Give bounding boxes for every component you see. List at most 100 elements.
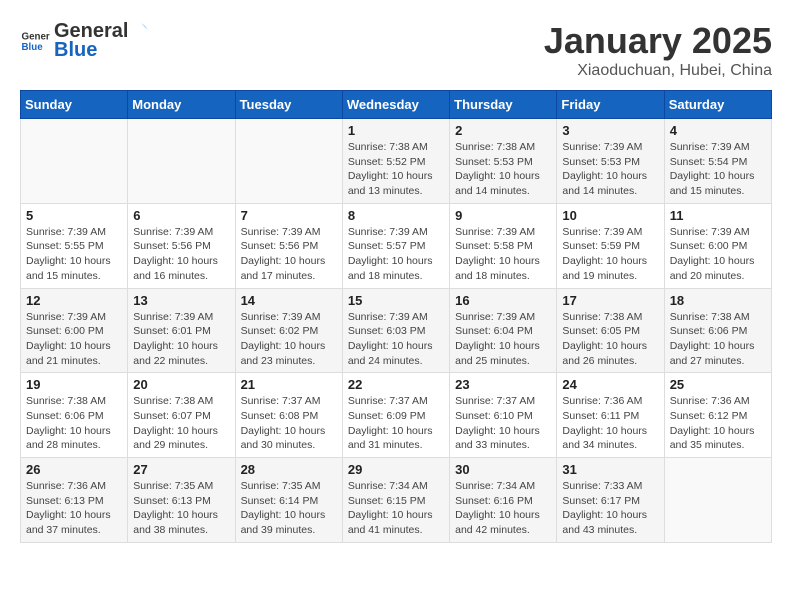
calendar-cell: 25 Sunrise: 7:36 AMSunset: 6:12 PMDayligh… <box>664 373 771 458</box>
calendar-cell: 9Sunrise: 7:39 AMSunset: 5:58 PMDaylight… <box>450 203 557 288</box>
calendar-cell: 2 Sunrise: 7:38 AMSunset: 5:53 PMDaylight… <box>450 119 557 204</box>
weekday-header-thursday: Thursday <box>450 91 557 119</box>
calendar-cell: 16 Sunrise: 7:39 AMSunset: 6:04 PMDayligh… <box>450 288 557 373</box>
day-number: 10 <box>562 208 658 223</box>
day-number: 14 <box>241 293 337 308</box>
day-number: 15 <box>348 293 444 308</box>
day-number: 6 <box>133 208 229 223</box>
day-info: Sunrise: 7:34 AMSunset: 6:16 PMDaylight:… <box>455 479 551 538</box>
day-number: 24 <box>562 377 658 392</box>
day-info: Sunrise: 7:36 AMSunset: 6:13 PMDaylight:… <box>26 479 122 538</box>
day-number: 16 <box>455 293 551 308</box>
day-info: Sunrise: 7:39 AMSunset: 6:04 PMDaylight:… <box>455 310 551 369</box>
calendar-cell: 24Sunrise: 7:36 AMSunset: 6:11 PMDayligh… <box>557 373 664 458</box>
calendar-cell: 18 Sunrise: 7:38 AMSunset: 6:06 PMDayligh… <box>664 288 771 373</box>
calendar-cell: 7 Sunrise: 7:39 AMSunset: 5:56 PMDaylight… <box>235 203 342 288</box>
calendar-cell <box>664 458 771 543</box>
day-number: 27 <box>133 462 229 477</box>
day-number: 3 <box>562 123 658 138</box>
day-info: Sunrise: 7:35 AMSunset: 6:13 PMDaylight:… <box>133 479 229 538</box>
calendar-cell: 5 Sunrise: 7:39 AMSunset: 5:55 PMDaylight… <box>21 203 128 288</box>
calendar-week-row: 5 Sunrise: 7:39 AMSunset: 5:55 PMDaylight… <box>21 203 772 288</box>
day-info: Sunrise: 7:38 AMSunset: 6:07 PMDaylight:… <box>133 394 229 453</box>
day-info: Sunrise: 7:39 AMSunset: 6:03 PMDaylight:… <box>348 310 444 369</box>
calendar-cell <box>235 119 342 204</box>
day-number: 31 <box>562 462 658 477</box>
calendar-cell <box>128 119 235 204</box>
calendar-title: January 2025 <box>544 20 772 62</box>
weekday-header-monday: Monday <box>128 91 235 119</box>
day-number: 23 <box>455 377 551 392</box>
svg-text:General: General <box>22 32 51 43</box>
weekday-header-friday: Friday <box>557 91 664 119</box>
calendar-cell: 19Sunrise: 7:38 AMSunset: 6:06 PMDayligh… <box>21 373 128 458</box>
day-info: Sunrise: 7:39 AMSunset: 6:01 PMDaylight:… <box>133 310 229 369</box>
day-info: Sunrise: 7:34 AMSunset: 6:15 PMDaylight:… <box>348 479 444 538</box>
calendar-cell: 26 Sunrise: 7:36 AMSunset: 6:13 PMDayligh… <box>21 458 128 543</box>
calendar-cell: 28 Sunrise: 7:35 AMSunset: 6:14 PMDayligh… <box>235 458 342 543</box>
day-info: Sunrise: 7:37 AMSunset: 6:10 PMDaylight:… <box>455 394 551 453</box>
day-info: Sunrise: 7:39 AMSunset: 5:56 PMDaylight:… <box>241 225 337 284</box>
calendar-cell: 14Sunrise: 7:39 AMSunset: 6:02 PMDayligh… <box>235 288 342 373</box>
svg-text:Blue: Blue <box>22 42 44 53</box>
page-header: General Blue General Blue January 2025 X… <box>20 20 772 80</box>
calendar-cell: 13 Sunrise: 7:39 AMSunset: 6:01 PMDayligh… <box>128 288 235 373</box>
calendar-cell: 6 Sunrise: 7:39 AMSunset: 5:56 PMDaylight… <box>128 203 235 288</box>
calendar-cell: 27 Sunrise: 7:35 AMSunset: 6:13 PMDayligh… <box>128 458 235 543</box>
calendar-cell: 1Sunrise: 7:38 AMSunset: 5:52 PMDaylight… <box>342 119 449 204</box>
day-number: 30 <box>455 462 551 477</box>
weekday-header-saturday: Saturday <box>664 91 771 119</box>
day-info: Sunrise: 7:33 AMSunset: 6:17 PMDaylight:… <box>562 479 658 538</box>
day-info: Sunrise: 7:38 AMSunset: 6:06 PMDaylight:… <box>670 310 766 369</box>
day-number: 29 <box>348 462 444 477</box>
calendar-cell: 15 Sunrise: 7:39 AMSunset: 6:03 PMDayligh… <box>342 288 449 373</box>
calendar-cell: 20 Sunrise: 7:38 AMSunset: 6:07 PMDayligh… <box>128 373 235 458</box>
calendar-cell <box>21 119 128 204</box>
calendar-cell: 29 Sunrise: 7:34 AMSunset: 6:15 PMDayligh… <box>342 458 449 543</box>
day-number: 21 <box>241 377 337 392</box>
logo-icon: General Blue <box>20 26 50 56</box>
calendar-cell: 21Sunrise: 7:37 AMSunset: 6:08 PMDayligh… <box>235 373 342 458</box>
day-number: 13 <box>133 293 229 308</box>
title-block: January 2025 Xiaoduchuan, Hubei, China <box>544 20 772 80</box>
day-info: Sunrise: 7:38 AMSunset: 5:53 PMDaylight:… <box>455 140 551 199</box>
calendar-cell: 10 Sunrise: 7:39 AMSunset: 5:59 PMDayligh… <box>557 203 664 288</box>
calendar-table: SundayMondayTuesdayWednesdayThursdayFrid… <box>20 90 772 543</box>
day-info: Sunrise: 7:39 AMSunset: 5:57 PMDaylight:… <box>348 225 444 284</box>
day-number: 2 <box>455 123 551 138</box>
day-info: Sunrise: 7:39 AMSunset: 5:54 PMDaylight:… <box>670 140 766 199</box>
day-info: Sunrise: 7:39 AMSunset: 5:59 PMDaylight:… <box>562 225 658 284</box>
calendar-cell: 12 Sunrise: 7:39 AMSunset: 6:00 PMDayligh… <box>21 288 128 373</box>
calendar-subtitle: Xiaoduchuan, Hubei, China <box>544 62 772 80</box>
calendar-cell: 30 Sunrise: 7:34 AMSunset: 6:16 PMDayligh… <box>450 458 557 543</box>
logo: General Blue General Blue <box>20 20 148 62</box>
day-info: Sunrise: 7:39 AMSunset: 6:00 PMDaylight:… <box>26 310 122 369</box>
day-info: Sunrise: 7:39 AMSunset: 5:58 PMDaylight:… <box>455 225 551 284</box>
day-number: 5 <box>26 208 122 223</box>
day-number: 4 <box>670 123 766 138</box>
calendar-cell: 4 Sunrise: 7:39 AMSunset: 5:54 PMDaylight… <box>664 119 771 204</box>
day-info: Sunrise: 7:37 AMSunset: 6:09 PMDaylight:… <box>348 394 444 453</box>
weekday-header-row: SundayMondayTuesdayWednesdayThursdayFrid… <box>21 91 772 119</box>
day-info: Sunrise: 7:38 AMSunset: 6:05 PMDaylight:… <box>562 310 658 369</box>
calendar-cell: 8Sunrise: 7:39 AMSunset: 5:57 PMDaylight… <box>342 203 449 288</box>
calendar-cell: 23 Sunrise: 7:37 AMSunset: 6:10 PMDayligh… <box>450 373 557 458</box>
day-info: Sunrise: 7:39 AMSunset: 5:56 PMDaylight:… <box>133 225 229 284</box>
day-info: Sunrise: 7:39 AMSunset: 5:53 PMDaylight:… <box>562 140 658 199</box>
day-info: Sunrise: 7:35 AMSunset: 6:14 PMDaylight:… <box>241 479 337 538</box>
day-info: Sunrise: 7:36 AMSunset: 6:12 PMDaylight:… <box>670 394 766 453</box>
weekday-header-wednesday: Wednesday <box>342 91 449 119</box>
day-number: 20 <box>133 377 229 392</box>
calendar-cell: 11Sunrise: 7:39 AMSunset: 6:00 PMDayligh… <box>664 203 771 288</box>
day-number: 7 <box>241 208 337 223</box>
day-number: 26 <box>26 462 122 477</box>
day-number: 12 <box>26 293 122 308</box>
day-number: 28 <box>241 462 337 477</box>
day-number: 11 <box>670 208 766 223</box>
weekday-header-tuesday: Tuesday <box>235 91 342 119</box>
day-info: Sunrise: 7:39 AMSunset: 5:55 PMDaylight:… <box>26 225 122 284</box>
day-number: 18 <box>670 293 766 308</box>
day-number: 22 <box>348 377 444 392</box>
day-number: 25 <box>670 377 766 392</box>
calendar-week-row: 26 Sunrise: 7:36 AMSunset: 6:13 PMDayligh… <box>21 458 772 543</box>
